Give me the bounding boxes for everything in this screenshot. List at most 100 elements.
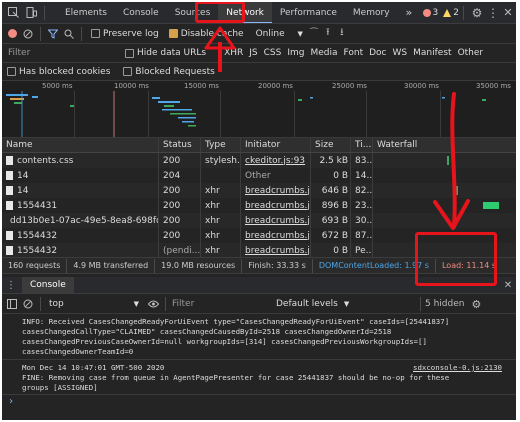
export-har-icon[interactable]: ⭳ — [335, 25, 349, 42]
tab-memory[interactable]: Memory — [345, 2, 398, 23]
type-filter-doc[interactable]: Doc — [369, 48, 386, 58]
row-waterfall — [372, 153, 516, 168]
console-message-line: casesChangedOwnerTeamId=0 — [22, 347, 134, 356]
devtools-panel: Elements Console Sources Network Perform… — [2, 2, 516, 420]
context-select[interactable]: top ▼ — [45, 299, 145, 309]
column-header-name[interactable]: Name — [2, 138, 158, 152]
column-header-initiator[interactable]: Initiator — [240, 138, 310, 152]
console-message: Mon Dec 14 10:47:01 GMT-500 2020 sdxcons… — [2, 361, 516, 395]
row-name-text: contents.css — [17, 155, 74, 166]
type-filter-font[interactable]: Font — [344, 48, 364, 58]
console-settings-gear-icon[interactable]: ⚙ — [468, 298, 484, 311]
type-filter-manifest[interactable]: Manifest — [413, 48, 451, 58]
search-icon[interactable] — [61, 29, 77, 39]
drawer-menu-icon[interactable]: ⋮ — [4, 280, 18, 291]
warning-icon — [443, 8, 452, 17]
warning-count-badge[interactable]: 2 — [443, 8, 459, 18]
import-har-icon[interactable]: ⭱ — [321, 25, 335, 42]
row-name: 1554432 — [2, 243, 158, 258]
console-messages: INFO: Received CasesChangedReadyForUiEve… — [2, 315, 516, 420]
row-type: xhr — [200, 228, 240, 243]
row-size: 0 B — [310, 168, 350, 183]
network-overview-timeline[interactable]: 5000 ms 10000 ms 15000 ms 20000 ms 25000… — [2, 81, 516, 138]
chevron-down-icon: ▼ — [343, 300, 350, 308]
row-name: 1554431 — [2, 198, 158, 213]
kebab-menu-icon[interactable]: ⋮ — [486, 6, 500, 20]
clear-icon[interactable] — [20, 29, 36, 39]
row-time: 14... — [350, 168, 372, 183]
row-name-text: 14 — [17, 170, 29, 181]
drawer-tab-console[interactable]: Console — [22, 277, 74, 293]
file-icon — [6, 201, 13, 210]
type-filter-js[interactable]: JS — [249, 48, 257, 58]
console-source-link[interactable]: sdxconsole-0.js:2130 — [413, 363, 502, 373]
row-type: xhr — [200, 183, 240, 198]
row-status: 200 — [158, 153, 200, 168]
file-icon — [6, 186, 13, 195]
row-size: 2.5 kB — [310, 153, 350, 168]
column-header-waterfall[interactable]: Waterfall — [372, 138, 516, 152]
tab-elements[interactable]: Elements — [57, 2, 115, 23]
tab-console[interactable]: Console — [115, 2, 167, 23]
error-count-badge[interactable]: 3 — [422, 8, 438, 18]
blocked-requests-label: Blocked Requests — [135, 66, 215, 77]
type-filter-ws[interactable]: WS — [393, 48, 408, 58]
filter-input[interactable]: Filter — [2, 48, 120, 58]
live-expression-eye-icon[interactable] — [145, 300, 161, 308]
record-icon[interactable] — [4, 29, 20, 38]
console-message-line: casesChangedCallType="CLAIMED" casesChan… — [22, 327, 392, 336]
type-filter-img[interactable]: Img — [287, 48, 304, 58]
close-devtools-icon[interactable]: ✕ — [500, 6, 516, 19]
row-size: 693 B — [310, 213, 350, 228]
clear-console-icon[interactable] — [20, 299, 36, 309]
table-row[interactable]: 14 204 Other 0 B 14... — [2, 168, 516, 183]
row-type — [200, 168, 240, 183]
row-name: contents.css — [2, 153, 158, 168]
column-header-status[interactable]: Status — [158, 138, 200, 152]
sidebar-toggle-icon[interactable] — [4, 299, 20, 309]
console-input[interactable] — [22, 395, 510, 409]
timeline-tick: 35000 ms — [476, 82, 511, 90]
throttling-select[interactable]: Online ▼ — [256, 29, 303, 39]
has-blocked-cookies-checkbox[interactable] — [7, 67, 16, 76]
preserve-log-checkbox[interactable] — [91, 29, 100, 38]
column-header-time[interactable]: Ti... — [350, 138, 372, 152]
row-waterfall — [372, 168, 516, 183]
close-drawer-icon[interactable]: ✕ — [500, 280, 516, 291]
table-row[interactable]: contents.css 200 stylesh... ckeditor.js:… — [2, 153, 516, 168]
type-filter-css[interactable]: CSS — [264, 48, 282, 58]
console-filter-input[interactable]: Filter — [170, 299, 276, 309]
log-levels-select[interactable]: Default levels ▼ — [276, 299, 416, 309]
table-row[interactable]: 1554431 200 xhr breadcrumbs.j... 896 B 2… — [2, 198, 516, 213]
row-initiator-link[interactable]: breadcrumbs.j... — [240, 243, 310, 258]
table-row[interactable]: dd13b0e1-07ac-49e5-8ea8-698fd... 200 xhr… — [2, 213, 516, 228]
filter-icon[interactable] — [45, 29, 61, 39]
row-initiator-link[interactable]: breadcrumbs.j... — [240, 228, 310, 243]
row-size: 0 B — [310, 243, 350, 258]
blocked-requests-checkbox[interactable] — [123, 67, 133, 76]
finish-time: Finish: 33.33 s — [248, 261, 306, 270]
row-status: 204 — [158, 168, 200, 183]
more-tabs-button[interactable]: » — [398, 2, 421, 23]
device-toolbar-icon[interactable] — [22, 2, 40, 23]
column-header-type[interactable]: Type — [200, 138, 240, 152]
waterfall-bar — [447, 156, 449, 165]
row-initiator-link[interactable]: ckeditor.js:93 — [240, 153, 310, 168]
online-status-icon[interactable]: ⁀ — [307, 29, 321, 39]
type-filter-media[interactable]: Media — [310, 48, 337, 58]
type-filter-other[interactable]: Other — [458, 48, 484, 58]
column-header-size[interactable]: Size — [310, 138, 350, 152]
row-initiator-link[interactable]: breadcrumbs.j... — [240, 183, 310, 198]
disable-cache-checkbox[interactable] — [168, 29, 178, 38]
hide-data-urls-checkbox[interactable] — [125, 48, 134, 58]
settings-gear-icon[interactable]: ⚙ — [468, 6, 486, 20]
row-initiator-link[interactable]: breadcrumbs.j... — [240, 213, 310, 228]
table-row[interactable]: 14 200 xhr breadcrumbs.j... 646 B 82... — [2, 183, 516, 198]
inspect-element-icon[interactable] — [4, 2, 22, 23]
devtools-tab-bar: Elements Console Sources Network Perform… — [2, 2, 516, 24]
tab-performance[interactable]: Performance — [272, 2, 345, 23]
row-initiator-link[interactable]: breadcrumbs.j... — [240, 198, 310, 213]
type-filter-xhr[interactable]: XHR — [224, 48, 243, 58]
row-size: 896 B — [310, 198, 350, 213]
timeline-tick: 30000 ms — [404, 82, 439, 90]
